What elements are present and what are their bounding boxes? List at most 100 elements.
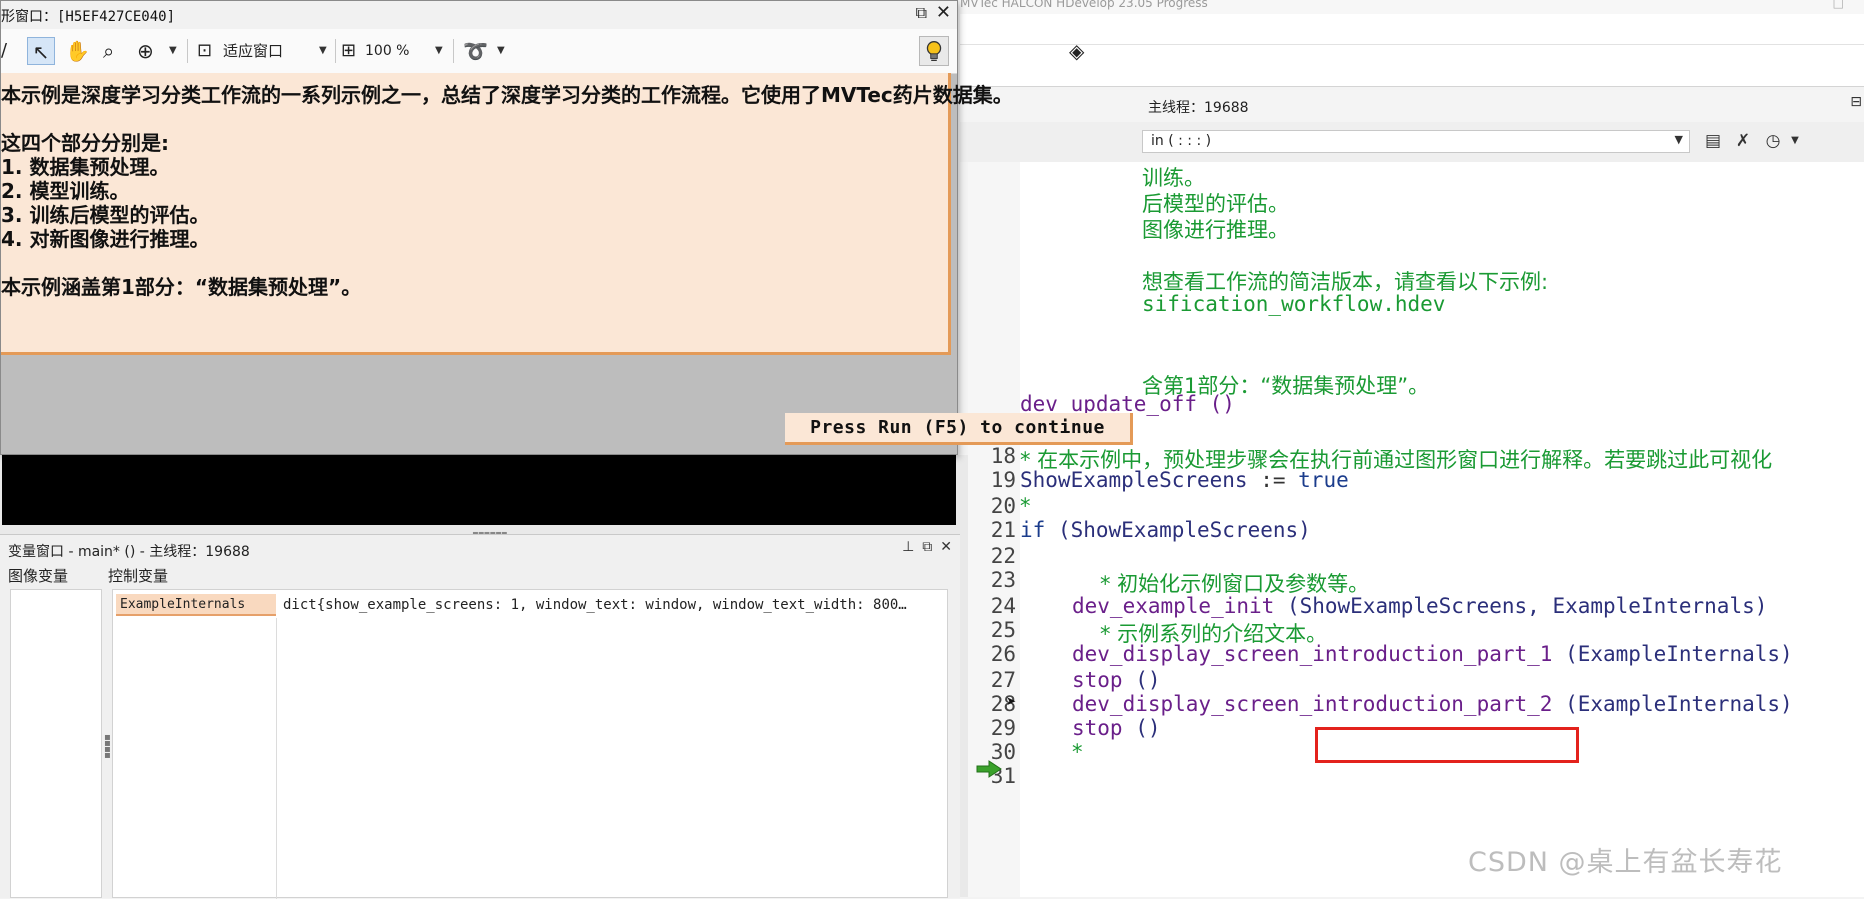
draw-shape-icon[interactable]: ➰ (463, 37, 488, 65)
line-number: 19 (990, 468, 1016, 492)
code-line[interactable]: * (1072, 740, 1083, 764)
literal-value: true (1298, 468, 1349, 492)
tab-image-variables[interactable]: 图像变量 (8, 565, 68, 586)
variable-window-controls: ⊥ ⧉ ✕ (894, 539, 952, 555)
graphics-window: 形窗口：[H5EF427CE040] ⧉ ✕ / ↖ ✋ ⌕ ⊕ ▼ ⊡ 适应窗… (0, 0, 1133, 455)
assign-operator: := (1247, 468, 1299, 492)
variable-name-cell[interactable]: ExampleInternals (116, 594, 276, 616)
line-number-gutter: 171819202122232425262728293031 (968, 162, 1021, 897)
intro-text-line: 本示例是深度学习分类工作流的一系列示例之一，总结了深度学习分类的工作流程。它使用… (1, 83, 1013, 107)
graphics-canvas[interactable] (2, 455, 956, 525)
graphics-toolbar: / ↖ ✋ ⌕ ⊕ ▼ ⊡ 适应窗口 ▼ ⊞ 100 % ▼ ➰ ▼ ◈ (1, 29, 1084, 74)
pen-icon[interactable]: / (1, 37, 7, 65)
chevron-down-icon: ▼ (1674, 133, 1683, 146)
variable-window: 变量窗口 - main* () - 主线程：19688 ⊥ ⧉ ✕ 图像变量 控制变… (0, 534, 960, 899)
zoom-in-icon[interactable]: ⊕ (137, 37, 154, 65)
code-comment: 想查看工作流的简洁版本，请查看以下示例: (1142, 270, 1549, 294)
layers-icon[interactable]: ◈ (1069, 37, 1084, 65)
fit-window-label[interactable]: 适应窗口 (223, 37, 283, 65)
operator-call: stop (1072, 668, 1123, 692)
magnifier-icon[interactable]: ⌕ (103, 37, 114, 65)
code-line[interactable]: dev_example_init (ShowExampleScreens, Ex… (1072, 594, 1767, 618)
app-title: MVTec HALCON HDevelop 23.05 Progress (960, 0, 1208, 10)
close-icon[interactable]: ✕ (936, 2, 951, 23)
variable-value-cell[interactable]: dict{show_example_screens: 1, window_tex… (279, 594, 951, 622)
tab-control-variables[interactable]: 控制变量 (108, 565, 168, 586)
operator-call: stop (1072, 716, 1123, 740)
code-line[interactable]: if (ShowExampleScreens) (1020, 518, 1311, 542)
operator-call: dev_example_init (1072, 594, 1275, 618)
control-variable-list[interactable]: ExampleInternals dict{show_example_scree… (112, 589, 951, 899)
line-number: 22 (990, 544, 1016, 568)
procedure-select-value: in ( : : : ) (1151, 133, 1212, 149)
code-comment: * (1020, 494, 1031, 518)
line-number: 20 (990, 494, 1016, 518)
line-number: 26 (990, 642, 1016, 666)
watermark: CSDN @桌上有盆长寿花 (1468, 847, 1783, 878)
code-line[interactable]: stop () (1072, 668, 1161, 692)
line-number: 21 (990, 518, 1016, 542)
app-titlebar: MVTec HALCON HDevelop 23.05 Progress □ (960, 0, 1864, 14)
close-icon[interactable]: ✕ (940, 539, 952, 555)
code-comment: 图像进行推理。 (1142, 218, 1289, 242)
code-line[interactable]: stop () (1072, 716, 1161, 740)
zoom-percent-icon[interactable]: ⊞ (341, 37, 356, 65)
variable-name: ShowExampleScreens (1020, 468, 1248, 492)
intro-text-line: 本示例涵盖第1部分：“数据集预处理”。 (1, 275, 362, 299)
line-number: 27 (990, 668, 1016, 692)
chevron-down-icon[interactable]: ▼ (319, 37, 327, 65)
editor-header: 主线程：19688 ⊟ (960, 90, 1864, 123)
code-comment: sification_workflow.hdev (1142, 292, 1446, 316)
lightbulb-icon[interactable] (919, 36, 949, 66)
line-number: 18 (990, 444, 1016, 468)
condition: (ShowExampleScreens) (1045, 518, 1311, 542)
operator-call: dev_display_screen_introduction_part_1 (1072, 642, 1553, 666)
restore-icon[interactable]: ⧉ (916, 3, 927, 23)
pin-icon[interactable]: ⊟ (1850, 94, 1862, 110)
code-comment: * (1072, 740, 1083, 764)
chevron-down-icon[interactable]: ▼ (435, 37, 443, 65)
line-number: 24 (990, 594, 1016, 618)
procedure-tool-icon[interactable]: ✗ (1730, 128, 1756, 154)
zoom-level-label[interactable]: 100 % (365, 37, 409, 65)
image-variable-list[interactable] (10, 589, 102, 898)
keyword: if (1020, 518, 1046, 542)
line-number: 25 (990, 618, 1016, 642)
introduction-text-box: 本示例是深度学习分类工作流的一系列示例之一，总结了深度学习分类的工作流程。它使用… (1, 73, 1013, 355)
pointer-icon[interactable]: ↖ (27, 37, 55, 65)
procedure-edit-icon[interactable]: ▤ (1700, 128, 1726, 154)
chevron-down-icon[interactable]: ▼ (1782, 128, 1808, 154)
operator-arguments: () (1122, 716, 1161, 740)
procedure-select[interactable]: in ( : : : ) ▼ (1142, 130, 1690, 153)
operator-arguments: (ExampleInternals) (1552, 642, 1793, 666)
restore-icon[interactable]: ⧉ (922, 539, 932, 555)
variable-window-title: 变量窗口 - main* () - 主线程：19688 (8, 544, 250, 560)
code-line[interactable]: dev_display_screen_introduction_part_2 (… (1072, 692, 1793, 716)
maximize-icon[interactable]: □ (1833, 0, 1844, 10)
main-toolbar-area (960, 14, 1864, 87)
fit-window-icon[interactable]: ⊡ (197, 37, 212, 65)
line-number: 23 (990, 568, 1016, 592)
editor-toolbar: in ( : : : ) ▼ ▤ ✗ ◷ ▼ (960, 122, 1864, 162)
chevron-down-icon[interactable]: ▼ (497, 37, 505, 65)
operator-arguments: () (1122, 668, 1161, 692)
line-marker-icon: ➤ (1006, 694, 1017, 708)
program-counter-arrow-icon (976, 760, 1002, 778)
code-line[interactable]: 图像进行推理。 (1142, 214, 1289, 244)
hand-icon[interactable]: ✋ (65, 37, 90, 65)
operator-call: dev_display_screen_introduction_part_2 (1072, 692, 1553, 716)
code-line[interactable]: dev_display_screen_introduction_part_1 (… (1072, 642, 1793, 666)
code-line[interactable]: ShowExampleScreens := true (1020, 468, 1349, 492)
annotation-highlight-box (1315, 727, 1579, 763)
vertical-splitter[interactable]: ▪ ▪ ▪ ▪ (104, 733, 111, 761)
code-comment: 后模型的评估。 (1142, 192, 1289, 216)
chevron-down-icon[interactable]: ▼ (169, 37, 177, 65)
line-number: 29 (990, 716, 1016, 740)
graphics-window-titlebar[interactable]: 形窗口：[H5EF427CE040] ⧉ ✕ (1, 1, 957, 29)
operator-arguments: (ExampleInternals) (1552, 692, 1793, 716)
pin-icon[interactable]: ⊥ (902, 539, 914, 555)
operator-arguments: (ShowExampleScreens, ExampleInternals) (1274, 594, 1768, 618)
code-line[interactable]: sification_workflow.hdev (1142, 292, 1445, 316)
continue-button[interactable]: Press Run (F5) to continue (785, 413, 1133, 445)
code-line[interactable]: * (1020, 494, 1031, 518)
